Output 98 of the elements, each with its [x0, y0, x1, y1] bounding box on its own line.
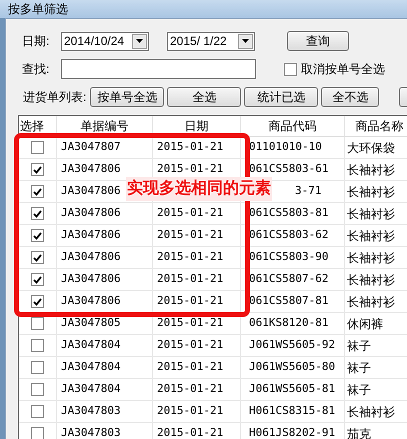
- date-picker[interactable]: 2015/ 1/22: [167, 32, 255, 50]
- query-button[interactable]: 查询: [287, 31, 349, 51]
- table-cell-text: 长袖衬衫: [347, 272, 395, 288]
- table-cell-text: JA3047806: [61, 249, 121, 266]
- table-cell-text: 长袖衬衫: [347, 184, 395, 200]
- table-cell-text: JA3047806: [61, 271, 121, 288]
- list-label: 进货单列表:: [23, 89, 86, 106]
- table-cell: 2015-01-21: [157, 425, 224, 439]
- annotation-label: 实现多选相同的元素: [126, 177, 272, 201]
- column-header[interactable]: 日期: [153, 116, 241, 136]
- table-cell-text: JA3047804: [61, 381, 121, 398]
- checkbox[interactable]: [31, 427, 44, 439]
- checkbox[interactable]: [31, 383, 44, 396]
- table-cell-text: 061CS5803-62: [249, 227, 328, 244]
- column-header[interactable]: 商品代码: [241, 116, 345, 136]
- table-cell-text: 大环保袋: [347, 140, 395, 156]
- table-cell-text: 2015-01-21: [157, 139, 224, 156]
- table-cell-text: 2015-01-21: [157, 359, 224, 376]
- table-cell-text: 长袖衬衫: [347, 162, 395, 178]
- checkmark-icon: [33, 254, 42, 262]
- checkbox[interactable]: [284, 62, 297, 76]
- table-cell-text: 2015-01-21: [157, 293, 224, 310]
- checkbox[interactable]: [31, 251, 44, 264]
- toolbar-button[interactable]: 统计已选: [244, 87, 318, 107]
- table-cell-text: JA3047806: [61, 205, 121, 222]
- checkbox[interactable]: [31, 163, 44, 176]
- table-cell: JA3047803: [61, 425, 121, 439]
- checkbox[interactable]: [31, 207, 44, 220]
- checkbox[interactable]: [31, 317, 44, 330]
- table-cell-text: 长袖衬衫: [347, 404, 395, 420]
- column-header[interactable]: 选择: [19, 116, 57, 136]
- table-cell-text: 061KS8120-81: [249, 315, 328, 332]
- table-cell-text: 2015-01-21: [157, 337, 224, 354]
- table-cell-text: J061WS5605-92: [249, 337, 336, 354]
- table-cell-text: 长袖衬衫: [347, 206, 395, 222]
- table-cell-text: JA3047806: [61, 183, 121, 200]
- table-cell-text: J061WS5605-81: [249, 381, 336, 398]
- table-cell-text: JA3047803: [61, 403, 121, 420]
- table-cell-text: J061WS5605-80: [249, 359, 336, 376]
- table-cell-text: H061CS8315-81: [249, 403, 336, 420]
- checkbox[interactable]: [31, 361, 44, 374]
- date-label: 日期:: [22, 33, 50, 50]
- table-cell-text: 袜子: [347, 338, 371, 354]
- table-cell-text: 3-71: [295, 183, 322, 200]
- checkmark-icon: [33, 298, 42, 306]
- checkmark-icon: [33, 232, 42, 240]
- checkmark-icon: [33, 166, 42, 174]
- table-cell-text: 061CS5803-81: [249, 205, 328, 222]
- toolbar-button[interactable]: 全不选: [321, 87, 380, 107]
- window-title: 按多单筛选: [8, 3, 68, 15]
- table-cell-text: 2015-01-21: [157, 161, 224, 178]
- table-cell-text: JA3047806: [61, 293, 121, 310]
- checkbox[interactable]: [31, 185, 44, 198]
- checkbox[interactable]: [31, 295, 44, 308]
- table-cell-text: 休闲裤: [347, 316, 383, 332]
- table-cell-text: JA3047804: [61, 337, 121, 354]
- checkmark-icon: [33, 276, 42, 284]
- table-cell-text: 2015-01-21: [157, 249, 224, 266]
- toolbar-button[interactable]: 按单号全选: [90, 87, 164, 107]
- search-field[interactable]: [61, 59, 256, 79]
- table-cell-text: 2015-01-21: [157, 381, 224, 398]
- table-cell-text: JA3047805: [61, 315, 121, 332]
- checkbox-label: 取消按单号全选: [301, 61, 385, 78]
- date-picker[interactable]: 2014/10/24: [61, 32, 149, 50]
- table-cell-text: 061CS5807-62: [249, 271, 328, 288]
- table-cell-text: 061CS5803-90: [249, 249, 328, 266]
- checkmark-icon: [33, 210, 42, 218]
- dropdown-arrow-icon: [136, 39, 143, 43]
- table-cell-text: 2015-01-21: [157, 205, 224, 222]
- checkbox[interactable]: [31, 229, 44, 242]
- table-cell-text: 袜子: [347, 382, 371, 398]
- table-cell-text: JA3047807: [61, 139, 121, 156]
- checkmark-icon: [33, 188, 42, 196]
- table-cell-text: 2015-01-21: [157, 403, 224, 420]
- table-cell-text: 2015-01-21: [157, 315, 224, 332]
- table-cell-text: 061CS5807-81: [249, 293, 328, 310]
- table-cell-text: 01101010-10: [249, 139, 322, 156]
- search-label: 查找:: [22, 61, 50, 78]
- table-cell-text: 061CS5803-61: [249, 161, 328, 178]
- table-cell-text: 2015-01-21: [157, 227, 224, 244]
- table-cell-text: JA3047806: [61, 161, 121, 178]
- checkbox[interactable]: [31, 339, 44, 352]
- checkbox[interactable]: [31, 141, 44, 154]
- table-cell-text: 2015-01-21: [157, 271, 224, 288]
- checkbox[interactable]: [31, 405, 44, 418]
- dropdown-arrow-icon: [242, 39, 249, 43]
- table-cell: H061JS8202-91: [249, 425, 336, 439]
- table-cell-text: 袜子: [347, 360, 371, 376]
- table-cell-text: JA3047806: [61, 227, 121, 244]
- table-cell-text: 长袖衬衫: [347, 294, 395, 310]
- table-cell-text: JA3047804: [61, 359, 121, 376]
- column-header[interactable]: 单据编号: [57, 116, 153, 136]
- table-cell-text: 长袖衬衫: [347, 228, 395, 244]
- toolbar-button[interactable]: 全选: [167, 87, 242, 107]
- checkbox[interactable]: [31, 273, 44, 286]
- table-cell-text: 茄克: [347, 426, 371, 439]
- table-cell-text: 长袖衬衫: [347, 250, 395, 266]
- column-header[interactable]: 商品名称: [345, 116, 407, 136]
